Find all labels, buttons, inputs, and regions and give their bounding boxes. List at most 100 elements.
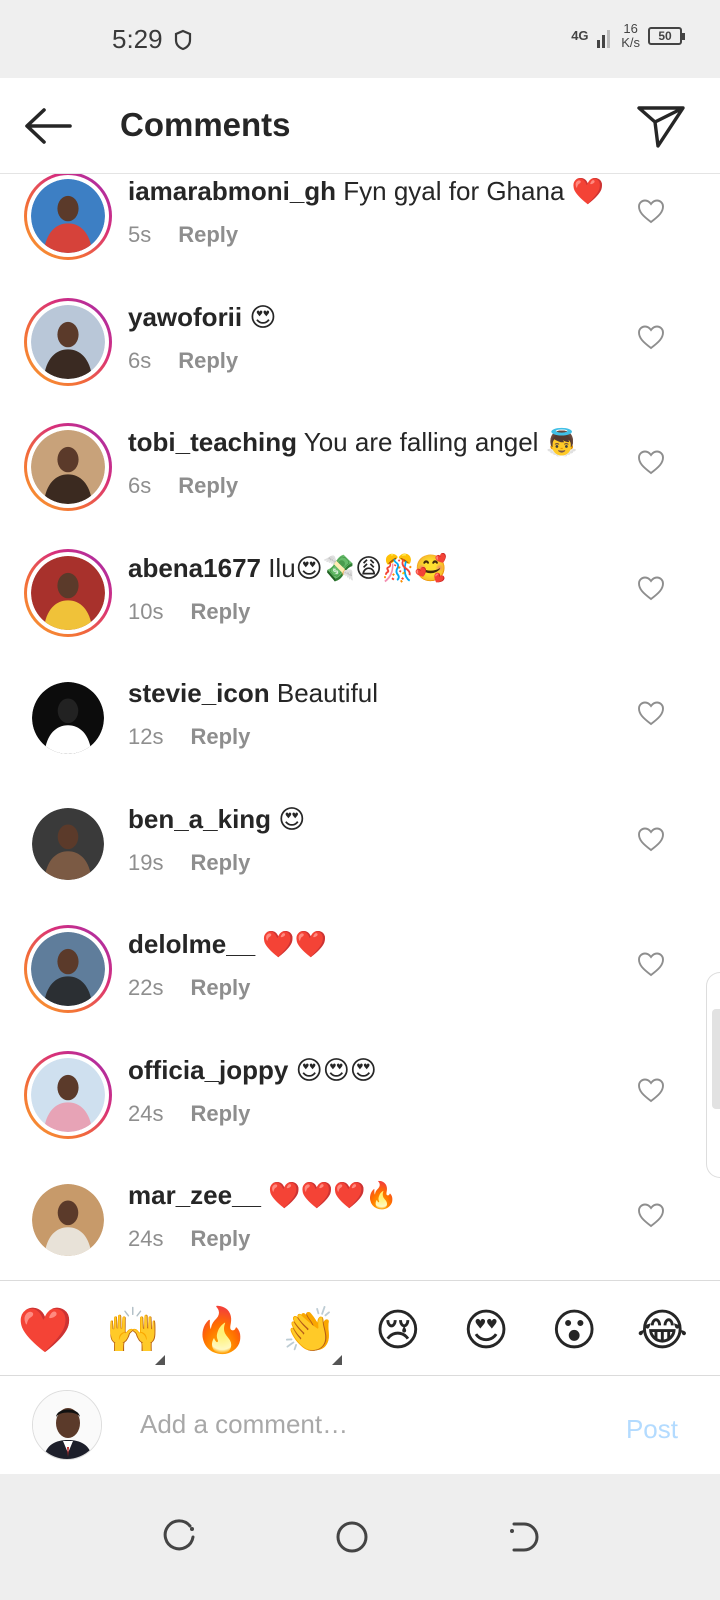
heart-icon[interactable] bbox=[637, 575, 665, 601]
post-button[interactable]: Post bbox=[626, 1414, 678, 1445]
comment-time: 10s bbox=[128, 598, 164, 624]
quick-reaction-button[interactable]: 😮 bbox=[546, 1303, 602, 1359]
comment-meta: 10s Reply bbox=[128, 599, 250, 625]
comment-row: tobi_teaching You are falling angel 👼 6s R… bbox=[0, 423, 720, 550]
speed-value: 16 bbox=[623, 21, 638, 36]
quick-reaction-button[interactable]: 🙌 bbox=[105, 1303, 166, 1365]
comment-body: 😍 bbox=[242, 301, 277, 332]
heart-icon[interactable] bbox=[637, 700, 665, 726]
comment-avatar[interactable] bbox=[24, 674, 112, 762]
quick-reaction-button[interactable]: 😂 bbox=[634, 1303, 690, 1359]
quick-reaction-button[interactable]: ❤️ bbox=[17, 1303, 73, 1359]
comment-time: 19s bbox=[128, 849, 164, 875]
avatar-image bbox=[31, 932, 105, 1006]
comment-avatar[interactable] bbox=[24, 423, 112, 511]
comment-username[interactable]: ben_a_king bbox=[128, 804, 271, 834]
reply-button[interactable]: Reply bbox=[190, 1101, 250, 1127]
quick-reaction-button[interactable]: 👏 bbox=[282, 1303, 342, 1365]
comment-text: delolme__ ❤️❤️ bbox=[128, 929, 327, 960]
comment-username[interactable]: mar_zee__ bbox=[128, 1180, 261, 1210]
reply-button[interactable]: Reply bbox=[190, 850, 250, 876]
status-time: 5:29 bbox=[112, 24, 193, 55]
clock: 5:29 bbox=[112, 24, 163, 54]
status-indicators: 4G 16 K/s 50 bbox=[571, 21, 685, 50]
quick-reaction-button[interactable]: 😍 bbox=[458, 1303, 514, 1359]
comment-row: mar_zee__ ❤️❤️❤️🔥 24s Reply bbox=[0, 1178, 720, 1280]
comment-list[interactable]: iamarabmoni_gh Fyn gyal for Ghana ❤️ 5s Re… bbox=[0, 174, 720, 1280]
comment-meta: 12s Reply bbox=[128, 724, 250, 750]
comment-username[interactable]: abena1677 bbox=[128, 553, 261, 583]
back-nav-icon[interactable] bbox=[506, 1519, 542, 1555]
heart-icon[interactable] bbox=[637, 324, 665, 350]
comment-body: Fyn gyal for Ghana ❤️ bbox=[336, 176, 604, 206]
comment-username[interactable]: iamarabmoni_gh bbox=[128, 176, 336, 206]
heart-icon[interactable] bbox=[637, 449, 665, 475]
comment-username[interactable]: tobi_teaching bbox=[128, 427, 297, 457]
comment-avatar[interactable] bbox=[24, 548, 112, 637]
comment-time: 24s bbox=[128, 1100, 164, 1126]
avatar-image bbox=[32, 1184, 104, 1256]
reply-button[interactable]: Reply bbox=[190, 724, 250, 750]
comment-username[interactable]: yawoforii bbox=[128, 302, 242, 332]
comment-text: officia_joppy 😍😍😍 bbox=[128, 1055, 377, 1086]
heart-icon[interactable] bbox=[637, 1202, 665, 1228]
comment-time: 5s bbox=[128, 222, 152, 247]
comment-row: delolme__ ❤️❤️ 22s Reply bbox=[0, 925, 720, 1052]
comment-username[interactable]: officia_joppy bbox=[128, 1055, 288, 1085]
reply-button[interactable]: Reply bbox=[190, 1226, 250, 1252]
comment-username[interactable]: stevie_icon bbox=[128, 678, 270, 708]
comment-meta: 5s Reply bbox=[128, 222, 238, 248]
comment-avatar[interactable] bbox=[24, 297, 112, 386]
scroll-handle[interactable] bbox=[706, 972, 720, 1178]
comment-avatar[interactable] bbox=[24, 1050, 112, 1139]
comment-avatar[interactable] bbox=[24, 1176, 112, 1264]
comment-avatar[interactable] bbox=[24, 925, 112, 1013]
comment-row: officia_joppy 😍😍😍 24s Reply bbox=[0, 1050, 720, 1178]
comment-body: Beautiful bbox=[269, 678, 379, 708]
comment-body: ❤️❤️❤️🔥 bbox=[261, 1180, 398, 1210]
comment-body: 😍😍😍 bbox=[288, 1054, 377, 1085]
comment-time: 22s bbox=[128, 975, 164, 1000]
comment-avatar[interactable] bbox=[24, 800, 112, 888]
quick-reaction-bar: ❤️ 🙌 🔥 👏 😢 😍 😮 😂 bbox=[0, 1280, 720, 1376]
comment-row: stevie_icon Beautiful 12s Reply bbox=[0, 676, 720, 801]
quick-reaction-button[interactable]: 🔥 bbox=[193, 1303, 249, 1359]
back-arrow-icon[interactable] bbox=[22, 104, 74, 148]
comment-body: You are falling angel 👼 bbox=[297, 427, 579, 457]
reply-button[interactable]: Reply bbox=[190, 599, 250, 625]
recent-apps-icon[interactable] bbox=[162, 1519, 198, 1555]
system-nav-bar bbox=[0, 1474, 720, 1600]
my-avatar bbox=[32, 1390, 102, 1460]
reply-button[interactable]: Reply bbox=[178, 348, 238, 374]
heart-icon[interactable] bbox=[637, 826, 665, 852]
heart-icon[interactable] bbox=[637, 1077, 665, 1103]
speed-unit: K/s bbox=[621, 35, 640, 50]
comment-time: 6s bbox=[128, 473, 152, 498]
comment-row: abena1677 Ilu😍💸😩🎊🥰 10s Reply bbox=[0, 548, 720, 676]
heart-icon[interactable] bbox=[637, 951, 665, 977]
avatar-image bbox=[32, 682, 104, 754]
avatar-image bbox=[32, 807, 104, 880]
comment-time: 24s bbox=[128, 1226, 164, 1251]
quick-reaction-button[interactable]: 😢 bbox=[370, 1303, 426, 1359]
comment-username[interactable]: delolme__ bbox=[128, 929, 255, 959]
comment-meta: 6s Reply bbox=[128, 473, 238, 499]
app-bar: Comments bbox=[0, 78, 720, 174]
comment-avatar[interactable] bbox=[24, 174, 112, 260]
comment-input[interactable] bbox=[140, 1402, 580, 1446]
heart-icon[interactable] bbox=[637, 198, 665, 224]
network-type: 4G bbox=[571, 28, 589, 43]
comment-row: yawoforii 😍 6s Reply bbox=[0, 297, 720, 425]
reply-button[interactable]: Reply bbox=[178, 473, 238, 499]
reply-button[interactable]: Reply bbox=[178, 222, 238, 248]
home-icon[interactable] bbox=[334, 1519, 370, 1555]
comment-time: 6s bbox=[128, 347, 152, 373]
send-direct-icon[interactable] bbox=[636, 102, 686, 150]
reply-button[interactable]: Reply bbox=[190, 975, 250, 1001]
avatar-image bbox=[31, 179, 105, 253]
comment-text: mar_zee__ ❤️❤️❤️🔥 bbox=[128, 1180, 398, 1211]
battery-icon: 50 bbox=[648, 27, 685, 45]
avatar-image bbox=[31, 1057, 105, 1132]
comment-text: tobi_teaching You are falling angel 👼 bbox=[128, 427, 578, 458]
status-bar: 5:29 4G 16 K/s 50 bbox=[0, 0, 720, 78]
